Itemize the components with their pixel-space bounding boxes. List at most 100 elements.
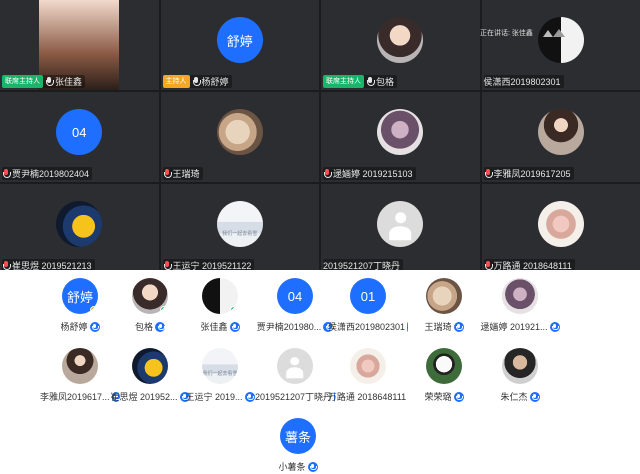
participant-name: 李雅凤2019617... bbox=[40, 392, 110, 402]
video-grid: 联席主持人 张佳鑫 舒婷主持人 杨舒婷 联席主持人 包格 侯潇西2019802301 04 贾尹… bbox=[0, 0, 640, 274]
participant-avatar bbox=[62, 348, 98, 384]
participant-item[interactable]: 万路通 2018648111 bbox=[327, 348, 418, 403]
microphone-icon bbox=[484, 261, 493, 270]
video-tile[interactable]: 舒婷主持人 杨舒婷 bbox=[160, 0, 319, 90]
tile-avatar: 04 bbox=[56, 109, 103, 155]
participant-item[interactable]: 朱仁杰 bbox=[480, 348, 560, 403]
participant-name-row: 贾尹楠201980... bbox=[255, 320, 335, 333]
participant-item[interactable]: 舒婷 杨舒婷 bbox=[40, 278, 120, 333]
participant-avatar: 04 bbox=[277, 278, 313, 314]
microphone-icon[interactable] bbox=[244, 391, 255, 402]
participant-name: 王瑞琦 bbox=[424, 322, 452, 332]
microphone-icon bbox=[45, 77, 54, 86]
participant-name: 张佳鑫 bbox=[200, 322, 228, 332]
participant-item[interactable]: 04 贾尹楠201980... bbox=[255, 278, 335, 333]
host-badge-icon bbox=[90, 306, 98, 314]
microphone-icon bbox=[192, 77, 201, 86]
participant-item[interactable]: 张佳鑫 bbox=[180, 278, 260, 333]
video-tile[interactable]: 04 贾尹楠2019802404 bbox=[0, 92, 159, 182]
default-user-icon bbox=[284, 357, 306, 379]
participant-item[interactable]: 2019521207丁晓丹 bbox=[255, 348, 343, 403]
microphone-icon[interactable] bbox=[155, 321, 165, 332]
speaking-text: 正在讲话: 张佳鑫 bbox=[480, 30, 533, 37]
participant-name: 万路通 2018648111 bbox=[327, 392, 407, 402]
participant-name-row: 王瑞琦 bbox=[404, 320, 484, 333]
participant-item[interactable]: 李雅凤2019617... bbox=[40, 348, 122, 403]
participant-name: 张佳鑫 bbox=[55, 77, 83, 87]
tile-name-label: 李雅凤2019617205 bbox=[483, 167, 574, 180]
cohost-badge-icon bbox=[160, 306, 168, 314]
microphone-icon[interactable] bbox=[453, 321, 464, 332]
microphone-icon[interactable] bbox=[529, 391, 540, 402]
tile-name-label: 联席主持人 张佳鑫 bbox=[2, 75, 86, 88]
participant-name-row: 杨舒婷 bbox=[40, 320, 120, 333]
participant-name-row: 王运宁 2019... bbox=[180, 390, 260, 403]
participant-name: 逯婳婷 2019215103 bbox=[333, 169, 413, 179]
video-tile[interactable]: 我们一起去看雪 王运宁 2019521122 bbox=[160, 184, 319, 274]
tile-name-label: 王瑞琦 bbox=[162, 167, 203, 180]
participant-avatar: 01 bbox=[350, 278, 386, 314]
default-user-icon bbox=[386, 212, 414, 241]
video-tile[interactable]: 2019521207丁晓丹 bbox=[321, 184, 480, 274]
video-tile[interactable]: 李雅凤2019617205 bbox=[481, 92, 640, 182]
role-badge: 主持人 bbox=[162, 75, 190, 88]
microphone-icon bbox=[323, 169, 332, 178]
video-tile[interactable]: 王瑞琦 bbox=[160, 92, 319, 182]
participant-name: 2019521207丁晓丹 bbox=[255, 392, 333, 402]
tile-avatar: 舒婷 bbox=[216, 17, 263, 63]
snow-photo-caption: 我们一起去看雪 bbox=[222, 230, 258, 237]
microphone-icon[interactable] bbox=[549, 321, 560, 332]
participant-name-row: 小薯条 bbox=[258, 460, 338, 473]
cohost-badge-icon bbox=[230, 306, 238, 314]
participant-name: 王瑞琦 bbox=[172, 169, 200, 179]
video-tile[interactable]: 万路通 2018648111 bbox=[481, 184, 640, 274]
video-tile[interactable]: 联席主持人 包格 bbox=[321, 0, 480, 90]
microphone-icon bbox=[163, 169, 172, 178]
participant-name: 包格 bbox=[376, 77, 395, 87]
participant-item[interactable]: 王瑞琦 bbox=[404, 278, 484, 333]
participant-name: 包格 bbox=[134, 322, 153, 332]
participant-name: 杨舒婷 bbox=[201, 77, 229, 87]
participant-avatar-text: 01 bbox=[360, 288, 376, 304]
video-tile[interactable]: 逯婳婷 2019215103 bbox=[321, 92, 480, 182]
participant-avatar bbox=[426, 278, 462, 314]
participant-avatar bbox=[132, 278, 168, 314]
role-badge: 联席主持人 bbox=[323, 75, 364, 88]
participant-avatar: 我们一起去看雪 bbox=[202, 348, 238, 384]
participant-avatar bbox=[202, 278, 238, 314]
video-tile[interactable]: 侯潇西2019802301 bbox=[481, 0, 640, 90]
participant-list: 舒婷 杨舒婷包格 张佳鑫 04 贾尹楠201980... 01 侯潇西2019802301 王… bbox=[0, 270, 640, 474]
participant-item[interactable]: 崔思煜 201952... bbox=[110, 348, 190, 403]
participant-name: 王运宁 2019... bbox=[185, 392, 243, 402]
microphone-icon[interactable] bbox=[229, 321, 240, 332]
participant-avatar bbox=[350, 348, 386, 384]
tile-name-label: 侯潇西2019802301 bbox=[483, 75, 564, 88]
video-tile[interactable]: 崔思煜 2019521213 bbox=[0, 184, 159, 274]
tile-avatar-text: 舒婷 bbox=[226, 33, 253, 49]
participant-item[interactable]: 包格 bbox=[110, 278, 190, 333]
microphone-icon[interactable] bbox=[89, 321, 100, 332]
participant-item[interactable]: 薯条 小薯条 bbox=[258, 418, 338, 473]
participant-name: 崔思煜 201952... bbox=[110, 392, 178, 402]
participant-name-row: 李雅凤2019617... bbox=[40, 390, 122, 403]
microphone-icon[interactable] bbox=[453, 391, 464, 402]
tile-avatar bbox=[377, 109, 424, 155]
role-badge: 联席主持人 bbox=[2, 75, 43, 88]
tile-name-label: 逯婳婷 2019215103 bbox=[323, 167, 416, 180]
participant-name: 逯婳婷 201921... bbox=[480, 322, 548, 332]
participant-avatar-text: 04 bbox=[287, 288, 303, 304]
participant-item[interactable]: 荣荣璐 bbox=[404, 348, 484, 403]
participant-name: 朱仁杰 bbox=[500, 392, 528, 402]
participant-item[interactable]: 我们一起去看雪王运宁 2019... bbox=[180, 348, 260, 403]
microphone-icon[interactable] bbox=[307, 461, 318, 472]
participant-item[interactable]: 01 侯潇西2019802301 bbox=[328, 278, 416, 333]
participant-item[interactable]: 逯婳婷 201921... bbox=[480, 278, 560, 333]
microphone-icon bbox=[163, 261, 172, 270]
video-tile[interactable]: 联席主持人 张佳鑫 bbox=[0, 0, 159, 90]
participant-name: 贾尹楠201980... bbox=[256, 322, 322, 332]
tile-avatar bbox=[56, 201, 103, 247]
participant-name: 荣荣璐 bbox=[424, 392, 452, 402]
participant-name-row: 包格 bbox=[110, 320, 190, 333]
participant-name: 小薯条 bbox=[278, 462, 306, 472]
tile-avatar: 我们一起去看雪 bbox=[216, 201, 263, 247]
